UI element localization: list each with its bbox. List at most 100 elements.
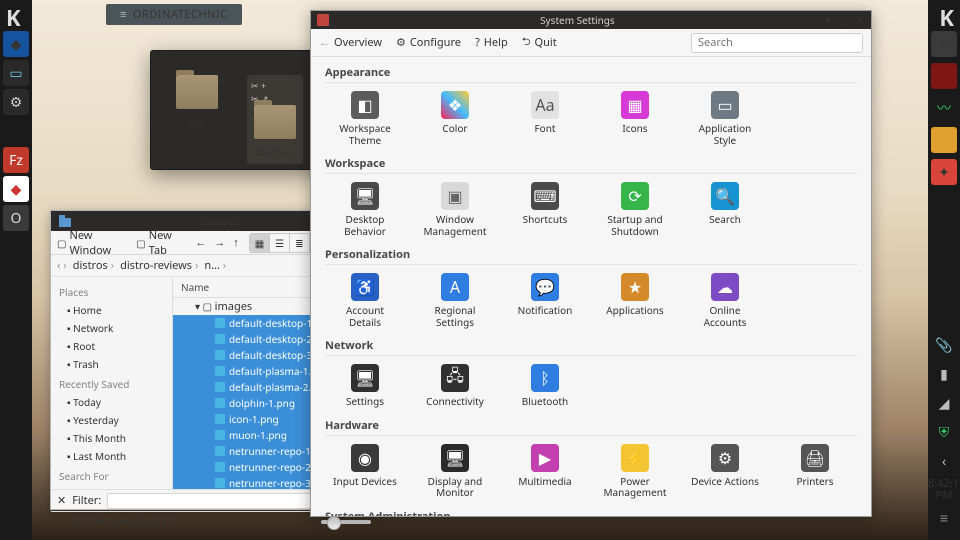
image-file-icon (215, 430, 225, 440)
settings-item-multimedia[interactable]: ▶Multimedia (509, 444, 581, 499)
new-tab-button[interactable]: ▢ New Tab (136, 228, 185, 258)
overview-button[interactable]: ← Overview (319, 35, 382, 50)
kde-logo-icon[interactable]: K (6, 3, 21, 33)
settings-item-icon: 💬 (531, 273, 559, 301)
settings-item-bluetooth[interactable]: ᛒBluetooth (509, 364, 581, 408)
configure-button[interactable]: ⚙ Configure (396, 35, 461, 50)
sidebar-item[interactable]: ▪ Documents (51, 485, 172, 489)
kde-logo-icon[interactable]: K (939, 3, 954, 33)
taskbar-item[interactable]: ▭ (3, 60, 29, 86)
tray-battery-icon[interactable]: ▮ (931, 362, 957, 388)
maximize-icon[interactable]: ◇ (839, 13, 847, 28)
tray-menu-icon[interactable]: ≡ (931, 505, 957, 531)
zoom-slider[interactable] (321, 520, 371, 524)
quit-button[interactable]: ⮌ Quit (522, 33, 557, 52)
tray-shield-icon[interactable]: ⛨ (931, 420, 957, 446)
minimize-icon[interactable]: ▾ (826, 13, 832, 28)
close-icon[interactable]: ✕ (57, 493, 66, 508)
settings-item-search[interactable]: 🔍Search (689, 182, 761, 237)
settings-item-icon: ❖ (441, 91, 469, 119)
crumb[interactable]: distros (73, 258, 114, 273)
help-button[interactable]: ? Help (475, 35, 508, 50)
forward-button[interactable]: → (214, 235, 225, 250)
settings-item-input-devices[interactable]: ◉Input Devices (329, 444, 401, 499)
settings-item-workspace-theme[interactable]: ◧Workspace Theme (329, 91, 401, 146)
close-icon[interactable]: ✕ (856, 13, 865, 28)
sidebar-item[interactable]: ▪ This Month (51, 429, 172, 447)
settings-item-application-style[interactable]: ▭Application Style (689, 91, 761, 146)
view-mode-toggle[interactable]: ▦ ☰ ≣ (249, 233, 311, 253)
settings-item-icons[interactable]: ▦Icons (599, 91, 671, 146)
new-window-button[interactable]: ▢ New Window (57, 228, 126, 258)
taskbar-item[interactable]: Fz (3, 147, 29, 173)
settings-item-applications[interactable]: ★Applications (599, 273, 671, 328)
dolphin-sidebar: Places▪ Home▪ Network▪ Root▪ TrashRecent… (51, 277, 173, 489)
settings-titlebar[interactable]: System Settings ▾ ◇ ✕ (311, 11, 871, 29)
crumb[interactable]: n… (204, 258, 226, 273)
tray-wifi-icon[interactable]: ◢ (931, 391, 957, 417)
section-header: Appearance (325, 57, 857, 83)
system-settings-window: System Settings ▾ ◇ ✕ ← Overview ⚙ Confi… (310, 10, 872, 517)
settings-item-online-accounts[interactable]: ☁Online Accounts (689, 273, 761, 328)
sidebar-item[interactable]: ▪ Network (51, 319, 172, 337)
settings-item-device-actions[interactable]: ⚙Device Actions (689, 444, 761, 499)
settings-item-regional-settings[interactable]: ARegional Settings (419, 273, 491, 328)
sidebar-header: Search For (51, 465, 172, 485)
image-file-icon (215, 334, 225, 344)
settings-item-icon: 🔍 (711, 182, 739, 210)
sidebar-item[interactable]: ▪ Last Month (51, 447, 172, 465)
settings-item-notification[interactable]: 💬Notification (509, 273, 581, 328)
image-file-icon (215, 446, 225, 456)
up-button[interactable]: ↑ (233, 235, 239, 250)
settings-item-window-management[interactable]: ▣Window Management (419, 182, 491, 237)
settings-item-power-management[interactable]: ⚡Power Management (599, 444, 671, 499)
folder-distros[interactable]: ✂ +✂ ↗distros (247, 75, 303, 164)
image-file-icon (215, 382, 225, 392)
settings-item-icon: ☁ (711, 273, 739, 301)
status-text: 23 Files selected (12… (71, 514, 182, 529)
tray-icon[interactable] (931, 63, 957, 89)
tray-icon[interactable] (931, 127, 957, 153)
sidebar-item[interactable]: ▪ Home (51, 301, 172, 319)
taskbar-item[interactable]: O (3, 205, 29, 231)
settings-item-startup-and-shutdown[interactable]: ⟳Startup and Shutdown (599, 182, 671, 237)
filter-label: Filter: (72, 493, 101, 508)
status-expand-icon[interactable]: ⌄ (59, 514, 68, 529)
settings-item-printers[interactable]: 🖨Printers (779, 444, 851, 499)
settings-body: Appearance ◧Workspace Theme ❖Color AaFont ▦I… (311, 57, 871, 516)
taskbar-item[interactable]: ◆ (3, 176, 29, 202)
tray-clip-icon[interactable]: 📎 (931, 333, 957, 359)
search-input[interactable] (691, 33, 863, 53)
taskbar-item[interactable]: ⚙ (3, 89, 29, 115)
tray-expand-icon[interactable]: ‹ (931, 449, 957, 475)
panel-right: K ○ 〰 ✦ 📎 ▮ ◢ ⛨ ‹ 8:42:19PM ≡ (928, 0, 960, 540)
settings-item-icon: ★ (621, 273, 649, 301)
settings-item-connectivity[interactable]: 🖧Connectivity (419, 364, 491, 408)
back-button[interactable]: ← (195, 235, 206, 250)
settings-item-desktop-behavior[interactable]: 🖥Desktop Behavior (329, 182, 401, 237)
tray-icon[interactable]: ✦ (931, 159, 957, 185)
image-file-icon (215, 398, 225, 408)
crumb[interactable]: distro-reviews (120, 258, 198, 273)
view-list-icon[interactable]: ☰ (270, 234, 290, 252)
launcher-icon[interactable]: ◆ (3, 31, 29, 57)
settings-item-shortcuts[interactable]: ⌨Shortcuts (509, 182, 581, 237)
settings-item-display-and-monitor[interactable]: 🖥Display and Monitor (419, 444, 491, 499)
tray-activity-icon[interactable]: 〰 (931, 95, 957, 121)
settings-item-icon: ♿ (351, 273, 379, 301)
settings-item-settings[interactable]: 🖥Settings (329, 364, 401, 408)
sidebar-item[interactable]: ▪ Root (51, 337, 172, 355)
view-icons-icon[interactable]: ▦ (250, 234, 270, 252)
sidebar-item[interactable]: ▪ Trash (51, 355, 172, 373)
settings-item-account-details[interactable]: ♿Account Details (329, 273, 401, 328)
tray-icon[interactable]: ○ (931, 31, 957, 57)
view-tree-icon[interactable]: ≣ (290, 234, 309, 252)
tray-clock[interactable]: 8:42:19PM (928, 478, 960, 502)
taskbar-item[interactable] (3, 118, 29, 144)
sidebar-item[interactable]: ▪ Yesterday (51, 411, 172, 429)
image-file-icon (215, 462, 225, 472)
folder-css[interactable]: css (169, 75, 225, 164)
settings-item-font[interactable]: AaFont (509, 91, 581, 146)
sidebar-item[interactable]: ▪ Today (51, 393, 172, 411)
settings-item-color[interactable]: ❖Color (419, 91, 491, 146)
